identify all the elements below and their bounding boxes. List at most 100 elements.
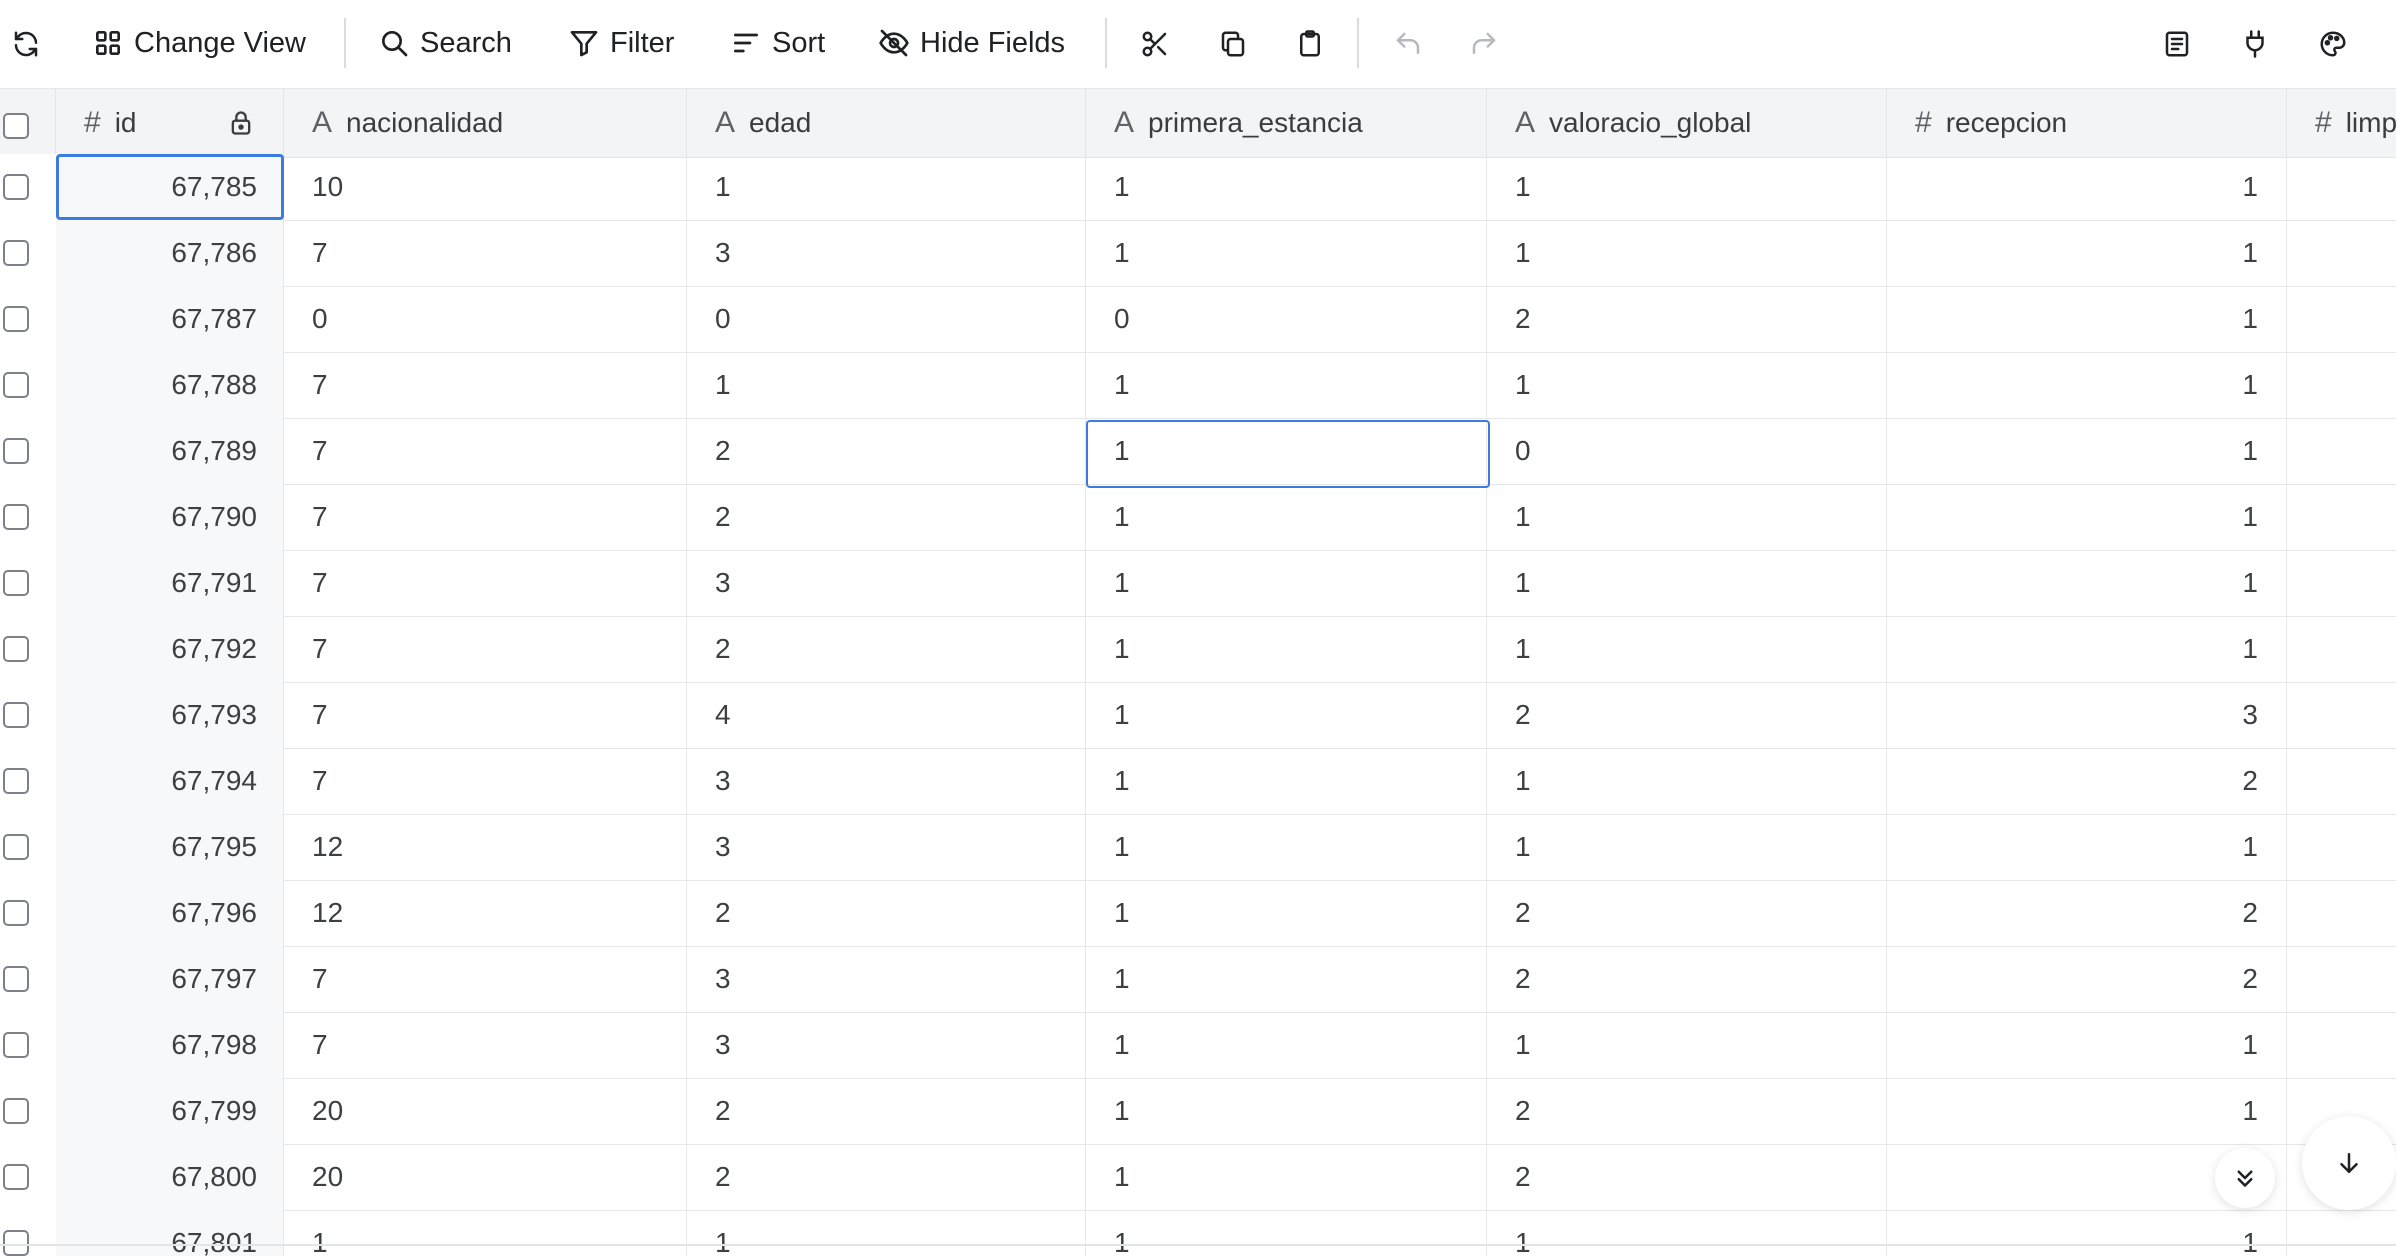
cell-recepcion[interactable]: 1 <box>1887 286 2287 352</box>
cell-valoracio-global[interactable]: 2 <box>1487 1078 1887 1144</box>
notes-icon[interactable] <box>2155 22 2199 66</box>
cell-edad[interactable]: 4 <box>687 682 1086 748</box>
column-header-valoracio-global[interactable]: A valoracio_global <box>1487 89 1887 157</box>
cell-recepcion[interactable]: 1 <box>1887 418 2287 484</box>
cell-limpieza[interactable] <box>2287 682 2396 748</box>
row-checkbox[interactable] <box>3 768 29 794</box>
cell-primera-estancia[interactable]: 1 <box>1086 550 1487 616</box>
column-header-limpieza[interactable]: # limpieza <box>2287 89 2396 157</box>
column-header-recepcion[interactable]: # recepcion <box>1887 89 2287 157</box>
cell-valoracio-global[interactable]: 1 <box>1487 484 1887 550</box>
sort-button[interactable]: Sort <box>730 18 825 68</box>
cell-id[interactable]: 67,800 <box>56 1144 284 1210</box>
cell-nacionalidad[interactable]: 20 <box>284 1078 687 1144</box>
cell-edad[interactable]: 0 <box>687 286 1086 352</box>
cell-limpieza[interactable] <box>2287 550 2396 616</box>
table-row[interactable]: 67,786 7 3 1 1 1 <box>0 220 2396 287</box>
cell-nacionalidad[interactable]: 7 <box>284 1012 687 1078</box>
cell-primera-estancia[interactable]: 1 <box>1086 154 1487 220</box>
row-checkbox[interactable] <box>3 372 29 398</box>
cell-limpieza[interactable] <box>2287 946 2396 1012</box>
cell-id[interactable]: 67,798 <box>56 1012 284 1078</box>
table-row[interactable]: 67,793 7 4 1 2 3 <box>0 682 2396 749</box>
table-row[interactable]: 67,790 7 2 1 1 1 <box>0 484 2396 551</box>
cell-primera-estancia[interactable]: 1 <box>1086 484 1487 550</box>
cell-valoracio-global[interactable]: 1 <box>1487 154 1887 220</box>
cell-primera-estancia[interactable]: 1 <box>1086 814 1487 880</box>
scroll-to-bottom-button[interactable] <box>2302 1116 2396 1210</box>
table-row[interactable]: 67,795 12 3 1 1 1 <box>0 814 2396 881</box>
cell-valoracio-global[interactable]: 2 <box>1487 286 1887 352</box>
cell-primera-estancia[interactable]: 1 <box>1086 1078 1487 1144</box>
table-row[interactable]: 67,796 12 2 1 2 2 <box>0 880 2396 947</box>
cell-edad[interactable]: 2 <box>687 418 1086 484</box>
cell-valoracio-global[interactable]: 1 <box>1487 748 1887 814</box>
cell-id[interactable]: 67,794 <box>56 748 284 814</box>
cell-nacionalidad[interactable]: 7 <box>284 682 687 748</box>
cell-id[interactable]: 67,797 <box>56 946 284 1012</box>
row-checkbox[interactable] <box>3 504 29 530</box>
cell-limpieza[interactable] <box>2287 484 2396 550</box>
table-row[interactable]: 67,791 7 3 1 1 1 <box>0 550 2396 617</box>
filter-button[interactable]: Filter <box>568 18 674 68</box>
cell-recepcion[interactable]: 1 <box>1887 616 2287 682</box>
cell-edad[interactable]: 1 <box>687 352 1086 418</box>
cell-primera-estancia[interactable]: 1 <box>1086 352 1487 418</box>
undo-icon[interactable] <box>1386 22 1430 66</box>
cell-primera-estancia[interactable]: 1 <box>1086 946 1487 1012</box>
search-button[interactable]: Search <box>378 18 512 68</box>
column-header-primera-estancia[interactable]: A primera_estancia <box>1086 89 1487 157</box>
cell-edad[interactable]: 2 <box>687 880 1086 946</box>
cell-limpieza[interactable] <box>2287 814 2396 880</box>
row-checkbox[interactable] <box>3 570 29 596</box>
row-checkbox[interactable] <box>3 1032 29 1058</box>
column-header-id[interactable]: # id <box>56 89 284 157</box>
cell-nacionalidad[interactable]: 7 <box>284 418 687 484</box>
row-checkbox[interactable] <box>3 1230 29 1256</box>
cell-edad[interactable]: 3 <box>687 946 1086 1012</box>
cell-primera-estancia[interactable]: 1 <box>1086 748 1487 814</box>
cell-nacionalidad[interactable]: 7 <box>284 550 687 616</box>
hide-fields-button[interactable]: Hide Fields <box>878 18 1065 68</box>
cell-edad[interactable]: 3 <box>687 1012 1086 1078</box>
cell-recepcion[interactable]: 2 <box>1887 946 2287 1012</box>
cell-edad[interactable]: 3 <box>687 814 1086 880</box>
cell-nacionalidad[interactable]: 10 <box>284 154 687 220</box>
cell-valoracio-global[interactable]: 1 <box>1487 814 1887 880</box>
cell-edad[interactable]: 2 <box>687 616 1086 682</box>
cell-id[interactable]: 67,801 <box>56 1210 284 1256</box>
cell-edad[interactable]: 2 <box>687 1078 1086 1144</box>
row-checkbox[interactable] <box>3 240 29 266</box>
cell-nacionalidad[interactable]: 20 <box>284 1144 687 1210</box>
cell-id[interactable]: 67,787 <box>56 286 284 352</box>
cell-id[interactable]: 67,788 <box>56 352 284 418</box>
cell-recepcion[interactable]: 1 <box>1887 220 2287 286</box>
expand-rows-button[interactable] <box>2215 1148 2275 1208</box>
cell-primera-estancia[interactable]: 1 <box>1086 682 1487 748</box>
cell-recepcion[interactable]: 1 <box>1887 550 2287 616</box>
clipboard-icon[interactable] <box>1288 22 1332 66</box>
row-checkbox[interactable] <box>3 636 29 662</box>
row-checkbox[interactable] <box>3 900 29 926</box>
cell-nacionalidad[interactable]: 7 <box>284 616 687 682</box>
column-header-nacionalidad[interactable]: A nacionalidad <box>284 89 687 157</box>
cell-primera-estancia[interactable]: 1 <box>1086 616 1487 682</box>
palette-icon[interactable] <box>2311 22 2355 66</box>
cell-edad[interactable]: 1 <box>687 1210 1086 1256</box>
select-all-checkbox[interactable] <box>3 113 29 139</box>
cell-edad[interactable]: 3 <box>687 220 1086 286</box>
column-header-edad[interactable]: A edad <box>687 89 1086 157</box>
cell-valoracio-global[interactable]: 1 <box>1487 550 1887 616</box>
row-checkbox[interactable] <box>3 438 29 464</box>
cell-recepcion[interactable]: 3 <box>1887 682 2287 748</box>
table-row[interactable]: 67,794 7 3 1 1 2 <box>0 748 2396 815</box>
change-view-button[interactable]: Change View <box>92 18 306 68</box>
cell-valoracio-global[interactable]: 1 <box>1487 616 1887 682</box>
cell-limpieza[interactable] <box>2287 880 2396 946</box>
table-row[interactable]: 67,792 7 2 1 1 1 <box>0 616 2396 683</box>
cell-id[interactable]: 67,789 <box>56 418 284 484</box>
table-row[interactable]: 67,797 7 3 1 2 2 <box>0 946 2396 1013</box>
cell-id[interactable]: 67,792 <box>56 616 284 682</box>
cell-valoracio-global[interactable]: 2 <box>1487 880 1887 946</box>
cell-edad[interactable]: 3 <box>687 748 1086 814</box>
